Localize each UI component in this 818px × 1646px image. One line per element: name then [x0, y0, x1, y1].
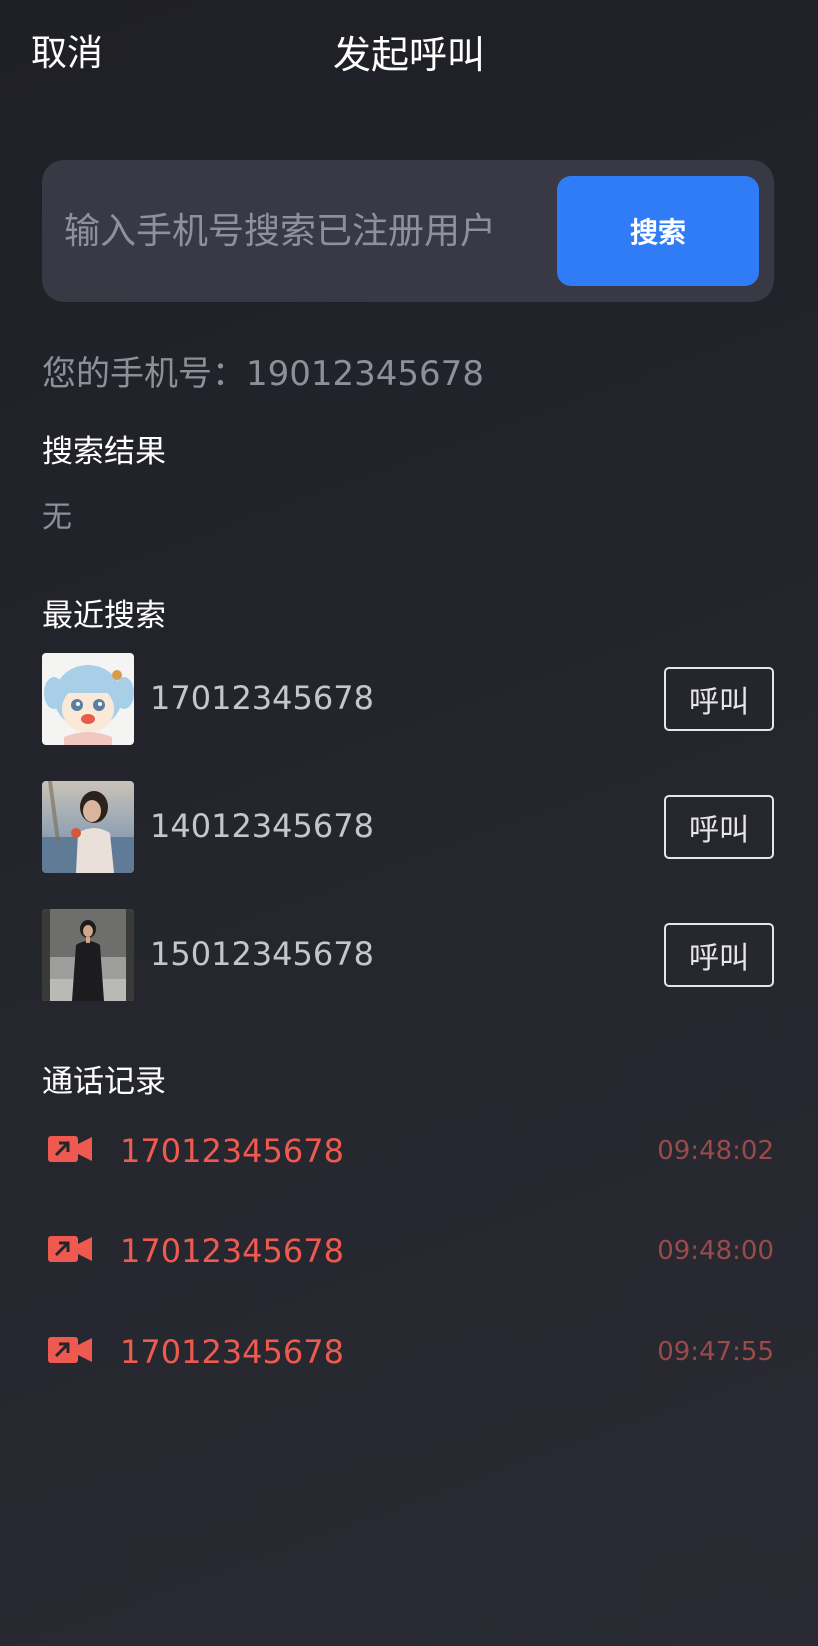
recent-search-number: 17012345678 — [150, 679, 374, 717]
call-log-time: 09:48:00 — [657, 1236, 774, 1266]
call-log-item[interactable]: 17012345678 09:48:02 — [42, 1122, 774, 1182]
anime-girl-avatar — [42, 653, 134, 745]
search-button[interactable]: 搜索 — [557, 176, 759, 286]
recent-search-item: 14012345678 呼叫 — [42, 781, 774, 873]
call-button[interactable]: 呼叫 — [664, 795, 774, 859]
search-bar: 搜索 — [42, 160, 774, 302]
call-log-time: 09:47:55 — [657, 1337, 774, 1367]
outgoing-video-call-icon — [48, 1134, 92, 1164]
outgoing-video-call-icon — [48, 1234, 92, 1264]
call-log-item[interactable]: 17012345678 09:48:00 — [42, 1222, 774, 1282]
recent-search-number: 14012345678 — [150, 807, 374, 845]
call-log-time: 09:48:02 — [657, 1136, 774, 1166]
call-log-number[interactable]: 17012345678 — [120, 1228, 344, 1274]
search-results-title: 搜索结果 — [42, 434, 166, 470]
photo-woman-dark-dress-avatar — [42, 909, 134, 1001]
recent-search-item: 15012345678 呼叫 — [42, 909, 774, 1001]
call-button[interactable]: 呼叫 — [664, 667, 774, 731]
call-log-number[interactable]: 17012345678 — [120, 1128, 344, 1174]
page-title: 发起呼叫 — [332, 33, 485, 77]
call-button[interactable]: 呼叫 — [664, 923, 774, 987]
my-phone-number: 您的手机号：19012345678 — [42, 354, 484, 394]
recent-search-number: 15012345678 — [150, 935, 374, 973]
search-results-empty: 无 — [42, 500, 72, 535]
outgoing-video-call-icon — [48, 1335, 92, 1365]
recent-search-item: 17012345678 呼叫 — [42, 653, 774, 745]
call-log-title: 通话记录 — [42, 1064, 166, 1100]
call-log-number[interactable]: 17012345678 — [120, 1329, 344, 1375]
search-input[interactable] — [64, 196, 534, 266]
call-log-item[interactable]: 17012345678 09:47:55 — [42, 1323, 774, 1383]
recent-searches-title: 最近搜索 — [42, 598, 166, 634]
photo-woman-avatar — [42, 781, 134, 873]
